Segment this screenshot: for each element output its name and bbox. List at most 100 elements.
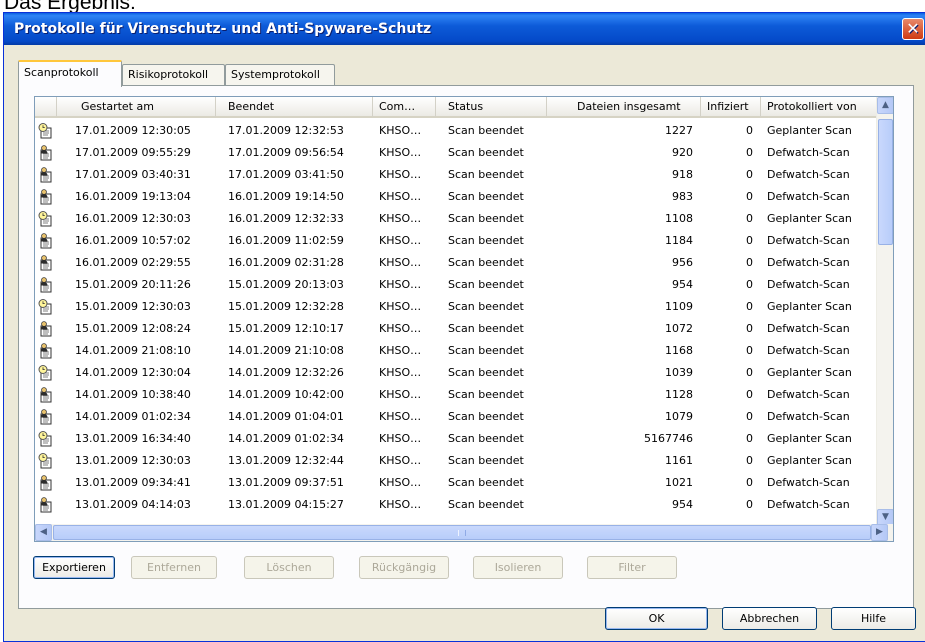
cell-started: 14.01.2009 10:38:40 bbox=[75, 388, 191, 401]
table-row[interactable]: 14.01.2009 12:30:04 14.01.2009 12:32:26 KH… bbox=[35, 362, 877, 384]
cancel-button[interactable]: Abbrechen bbox=[722, 607, 817, 630]
column-header-ended[interactable]: Beendet bbox=[216, 97, 373, 117]
title-bar[interactable]: Protokolle für Virenschutz- und Anti-Spy… bbox=[4, 13, 925, 45]
table-row[interactable]: 16.01.2009 12:30:03 16.01.2009 12:32:33 KH… bbox=[35, 208, 877, 230]
filter-button[interactable]: Filter bbox=[587, 556, 677, 579]
table-row[interactable]: 16.01.2009 10:57:02 16.01.2009 11:02:59 KH… bbox=[35, 230, 877, 252]
scroll-grip-icon bbox=[458, 530, 466, 536]
delete-button[interactable]: Löschen bbox=[244, 556, 334, 579]
clock-doc-icon bbox=[38, 211, 53, 227]
cell-status: Scan beendet bbox=[448, 212, 524, 225]
cell-total-files: 920 bbox=[672, 146, 693, 159]
cell-infected: 0 bbox=[746, 124, 753, 137]
cell-ended: 17.01.2009 12:32:53 bbox=[228, 124, 344, 137]
table-row[interactable]: 13.01.2009 09:34:41 13.01.2009 09:37:51 KH… bbox=[35, 472, 877, 494]
cell-started: 15.01.2009 12:30:03 bbox=[75, 300, 191, 313]
close-icon: ✕ bbox=[906, 19, 920, 38]
person-doc-icon bbox=[38, 475, 53, 491]
cell-infected: 0 bbox=[746, 366, 753, 379]
clock-doc-icon bbox=[38, 123, 53, 139]
cell-infected: 0 bbox=[746, 410, 753, 423]
cell-computer: KHSO… bbox=[379, 454, 422, 467]
table-row[interactable]: 14.01.2009 10:38:40 14.01.2009 10:42:00 KH… bbox=[35, 384, 877, 406]
column-header-bar: Gestartet am Beendet Com… Status Dateien… bbox=[35, 97, 877, 118]
cell-logged-by: Geplanter Scan bbox=[767, 454, 852, 467]
tab-systemprotokoll[interactable]: Systemprotokoll bbox=[225, 64, 335, 86]
cell-total-files: 983 bbox=[672, 190, 693, 203]
table-row[interactable]: 15.01.2009 12:30:03 15.01.2009 12:32:28 KH… bbox=[35, 296, 877, 318]
vertical-scroll-thumb[interactable] bbox=[878, 119, 893, 245]
cell-computer: KHSO… bbox=[379, 432, 422, 445]
tab-risikoprotokoll[interactable]: Risikoprotokoll bbox=[122, 64, 225, 86]
table-row[interactable]: 13.01.2009 16:34:40 14.01.2009 01:02:34 KH… bbox=[35, 428, 877, 450]
person-doc-icon bbox=[38, 167, 53, 183]
cell-computer: KHSO… bbox=[379, 344, 422, 357]
cell-status: Scan beendet bbox=[448, 498, 524, 511]
cell-started: 16.01.2009 19:13:04 bbox=[75, 190, 191, 203]
log-dialog: Protokolle für Virenschutz- und Anti-Spy… bbox=[3, 12, 925, 642]
ok-button[interactable]: OK bbox=[605, 607, 708, 630]
column-header-icon[interactable] bbox=[35, 97, 57, 117]
column-header-computer[interactable]: Com… bbox=[373, 97, 436, 117]
cell-logged-by: Defwatch-Scan bbox=[767, 190, 850, 203]
table-row[interactable]: 16.01.2009 02:29:55 16.01.2009 02:31:28 KH… bbox=[35, 252, 877, 274]
cell-logged-by: Geplanter Scan bbox=[767, 432, 852, 445]
horizontal-scroll-thumb[interactable] bbox=[53, 525, 871, 540]
horizontal-scrollbar[interactable]: ◀ ▶ bbox=[35, 524, 893, 541]
scan-log-list[interactable]: Gestartet am Beendet Com… Status Dateien… bbox=[34, 96, 894, 542]
scroll-right-button[interactable]: ▶ bbox=[871, 524, 888, 541]
table-row[interactable]: 13.01.2009 12:30:03 13.01.2009 12:32:44 KH… bbox=[35, 450, 877, 472]
person-doc-icon bbox=[38, 255, 53, 271]
cell-infected: 0 bbox=[746, 278, 753, 291]
column-header-status[interactable]: Status bbox=[436, 97, 547, 117]
cell-total-files: 1079 bbox=[665, 410, 693, 423]
cell-ended: 13.01.2009 12:32:44 bbox=[228, 454, 344, 467]
cell-started: 13.01.2009 04:14:03 bbox=[75, 498, 191, 511]
table-row[interactable]: 17.01.2009 12:30:05 17.01.2009 12:32:53 KH… bbox=[35, 120, 877, 142]
close-button[interactable]: ✕ bbox=[902, 18, 924, 40]
help-button[interactable]: Hilfe bbox=[831, 607, 916, 630]
table-row[interactable]: 14.01.2009 01:02:34 14.01.2009 01:04:01 KH… bbox=[35, 406, 877, 428]
isolate-button[interactable]: Isolieren bbox=[473, 556, 563, 579]
scroll-up-button[interactable]: ▲ bbox=[877, 97, 893, 114]
arrow-left-icon: ◀ bbox=[40, 527, 47, 537]
cell-total-files: 5167746 bbox=[644, 432, 693, 445]
cell-computer: KHSO… bbox=[379, 366, 422, 379]
undo-button[interactable]: Rückgängig bbox=[359, 556, 449, 579]
tab-scanprotokoll[interactable]: Scanprotokoll bbox=[18, 60, 122, 87]
cell-ended: 15.01.2009 12:10:17 bbox=[228, 322, 344, 335]
table-row[interactable]: 14.01.2009 21:08:10 14.01.2009 21:10:08 KH… bbox=[35, 340, 877, 362]
cell-ended: 13.01.2009 04:15:27 bbox=[228, 498, 344, 511]
cell-logged-by: Defwatch-Scan bbox=[767, 476, 850, 489]
vertical-scrollbar[interactable]: ▲ ▼ bbox=[876, 97, 893, 526]
table-row[interactable]: 17.01.2009 03:40:31 17.01.2009 03:41:50 KH… bbox=[35, 164, 877, 186]
cell-total-files: 1109 bbox=[665, 300, 693, 313]
cell-computer: KHSO… bbox=[379, 190, 422, 203]
table-row[interactable]: 16.01.2009 19:13:04 16.01.2009 19:14:50 KH… bbox=[35, 186, 877, 208]
window-title: Protokolle für Virenschutz- und Anti-Spy… bbox=[14, 21, 432, 37]
column-header-started[interactable]: Gestartet am bbox=[57, 97, 216, 117]
cell-logged-by: Defwatch-Scan bbox=[767, 278, 850, 291]
cell-infected: 0 bbox=[746, 476, 753, 489]
table-row[interactable]: 15.01.2009 12:08:24 15.01.2009 12:10:17 KH… bbox=[35, 318, 877, 340]
cell-computer: KHSO… bbox=[379, 322, 422, 335]
export-button[interactable]: Exportieren bbox=[33, 556, 115, 579]
column-header-logged-by[interactable]: Protokolliert von bbox=[761, 97, 877, 117]
table-row[interactable]: 17.01.2009 09:55:29 17.01.2009 09:56:54 KH… bbox=[35, 142, 877, 164]
cell-total-files: 1227 bbox=[665, 124, 693, 137]
cell-total-files: 956 bbox=[672, 256, 693, 269]
cell-computer: KHSO… bbox=[379, 278, 422, 291]
cell-started: 16.01.2009 10:57:02 bbox=[75, 234, 191, 247]
column-header-total-files[interactable]: Dateien insgesamt bbox=[547, 97, 701, 117]
cell-started: 17.01.2009 03:40:31 bbox=[75, 168, 191, 181]
cell-status: Scan beendet bbox=[448, 124, 524, 137]
scroll-left-button[interactable]: ◀ bbox=[35, 524, 52, 541]
table-row[interactable]: 13.01.2009 04:14:03 13.01.2009 04:15:27 KH… bbox=[35, 494, 877, 516]
column-header-infected[interactable]: Infiziert bbox=[701, 97, 761, 117]
remove-button[interactable]: Entfernen bbox=[131, 556, 217, 579]
table-row[interactable]: 15.01.2009 20:11:26 15.01.2009 20:13:03 KH… bbox=[35, 274, 877, 296]
clock-doc-icon bbox=[38, 299, 53, 315]
cell-infected: 0 bbox=[746, 234, 753, 247]
arrow-up-icon: ▲ bbox=[882, 100, 889, 110]
cell-logged-by: Defwatch-Scan bbox=[767, 168, 850, 181]
